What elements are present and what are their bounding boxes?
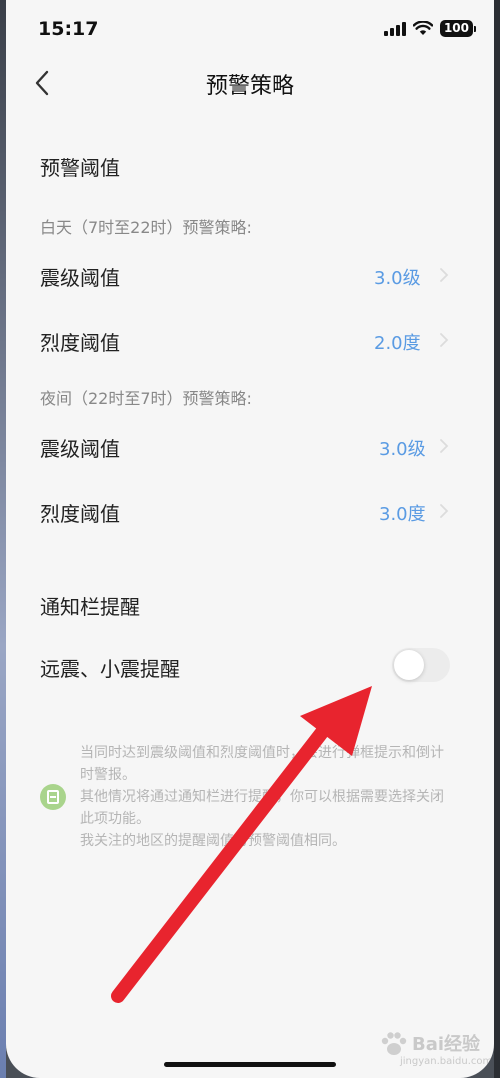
info-line-3: 我关注的地区的提醒阈值与预警阈值相同。 bbox=[80, 833, 346, 849]
watermark: Bai经验 jingyan.baidu.com bbox=[378, 1024, 494, 1074]
row-label: 远震、小震提醒 bbox=[40, 657, 180, 681]
row-label: 烈度阈值 bbox=[40, 331, 120, 355]
battery-icon: 100 bbox=[439, 20, 476, 37]
phone-screen: 15:17 100 预警策略 预警阈值 白天（7时至22时）预警策略: 震级阈值… bbox=[6, 0, 494, 1078]
home-indicator[interactable] bbox=[164, 1062, 336, 1067]
chevron-right-icon bbox=[440, 333, 449, 347]
threshold-section-title: 预警阈值 bbox=[40, 156, 120, 180]
row-value: 2.0度 bbox=[374, 333, 421, 354]
night-intensity-row[interactable]: 烈度阈值 3.0度 bbox=[6, 486, 494, 536]
chevron-right-icon bbox=[440, 268, 449, 282]
row-value: 3.0级 bbox=[374, 268, 421, 289]
row-value: 3.0度 bbox=[379, 504, 426, 525]
status-bar: 15:17 100 bbox=[6, 0, 494, 60]
status-icons: 100 bbox=[383, 20, 476, 37]
watermark-text: Bai经验 bbox=[412, 1034, 481, 1055]
page-title: 预警策略 bbox=[205, 74, 294, 99]
day-intensity-row[interactable]: 烈度阈值 2.0度 bbox=[6, 315, 494, 365]
row-value: 3.0级 bbox=[379, 439, 426, 460]
night-strategy-label: 夜间（22时至7时）预警策略: bbox=[40, 389, 252, 408]
row-label: 烈度阈值 bbox=[40, 502, 120, 526]
info-line-1: 当同时达到震级阈值和烈度阈值时，会进行弹框提示和倒计时警报。 bbox=[80, 745, 444, 783]
info-line-2: 其他情况将通过通知栏进行提醒，你可以根据需要选择关闭此项功能。 bbox=[80, 789, 444, 827]
toggle-knob bbox=[394, 650, 424, 680]
info-note-icon bbox=[40, 784, 66, 810]
row-label: 震级阈值 bbox=[40, 437, 120, 461]
day-magnitude-row[interactable]: 震级阈值 3.0级 bbox=[6, 250, 494, 300]
nav-bar: 预警策略 bbox=[6, 60, 494, 108]
wifi-icon bbox=[412, 21, 433, 35]
watermark-url: jingyan.baidu.com bbox=[400, 1056, 493, 1067]
battery-level: 100 bbox=[439, 20, 473, 37]
status-time: 15:17 bbox=[38, 18, 99, 40]
device-edge-right bbox=[494, 0, 500, 1078]
day-strategy-label: 白天（7时至22时）预警策略: bbox=[40, 218, 252, 237]
info-block: 当同时达到震级阈值和烈度阈值时，会进行弹框提示和倒计时警报。 其他情况将通过通知… bbox=[80, 742, 452, 852]
night-magnitude-row[interactable]: 震级阈值 3.0级 bbox=[6, 421, 494, 471]
chevron-right-icon bbox=[440, 504, 449, 518]
chevron-right-icon bbox=[440, 439, 449, 453]
signal-icon bbox=[383, 21, 406, 36]
far-small-quake-toggle[interactable] bbox=[392, 648, 450, 682]
notify-section-title: 通知栏提醒 bbox=[40, 595, 140, 619]
row-label: 震级阈值 bbox=[40, 266, 120, 290]
